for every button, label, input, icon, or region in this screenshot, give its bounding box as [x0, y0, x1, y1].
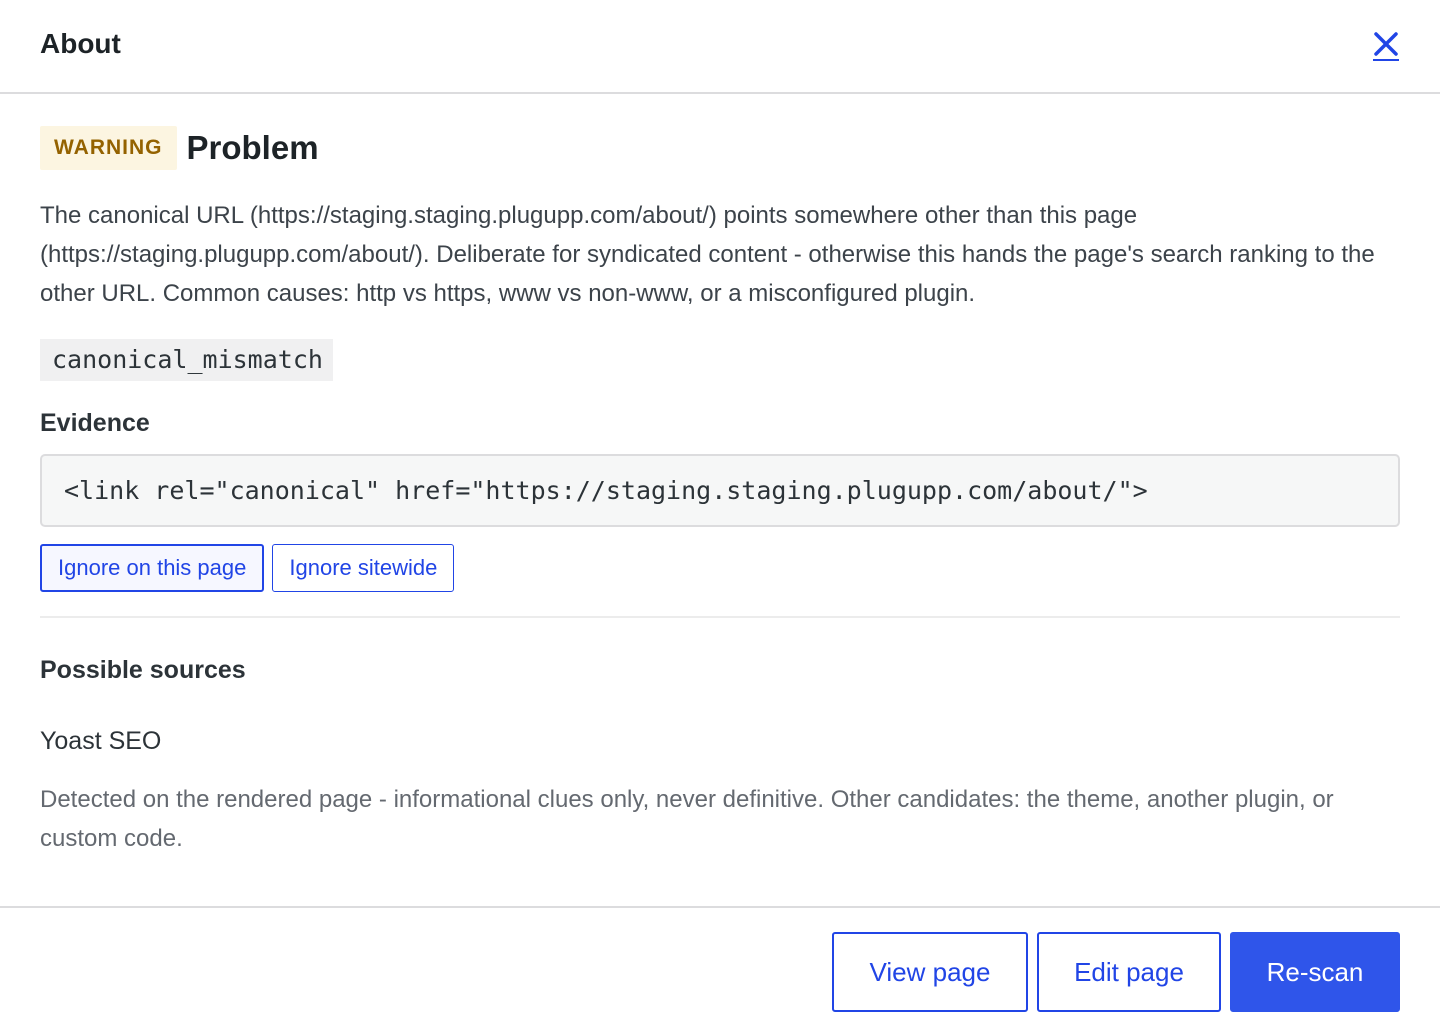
problem-description: The canonical URL (https://staging.stagi… — [40, 202, 1375, 307]
edit-page-button[interactable]: Edit page — [1037, 932, 1221, 1012]
dialog-title: About — [40, 28, 121, 59]
close-button[interactable] — [1372, 31, 1400, 65]
severity-badge: WARNING — [40, 126, 177, 170]
ignore-sitewide-button[interactable]: Ignore sitewide — [272, 544, 455, 592]
close-icon — [1374, 32, 1398, 56]
section-divider — [40, 616, 1400, 618]
sources-note: Detected on the rendered page - informat… — [40, 786, 1334, 852]
source-item: Yoast SEO — [40, 727, 162, 755]
dialog-footer: View page Edit page Re-scan — [0, 906, 1440, 1036]
evidence-snippet: <link rel="canonical" href="https://stag… — [40, 454, 1400, 527]
dialog-header: About — [0, 0, 1440, 94]
view-page-button[interactable]: View page — [832, 932, 1028, 1012]
dialog-body: WARNING Problem The canonical URL (https… — [0, 94, 1440, 858]
problem-title: Problem — [186, 129, 319, 166]
about-dialog: About WARNING Problem The canonical URL … — [0, 0, 1440, 1036]
ignore-actions: Ignore on this page Ignore sitewide — [40, 544, 1400, 592]
close-underline — [1373, 59, 1399, 61]
ignore-on-page-button[interactable]: Ignore on this page — [40, 544, 265, 592]
issue-code: canonical_mismatch — [40, 339, 333, 381]
rescan-button[interactable]: Re-scan — [1230, 932, 1400, 1012]
problem-heading: WARNING Problem — [40, 126, 1400, 170]
evidence-label: Evidence — [40, 409, 150, 437]
possible-sources-label: Possible sources — [40, 656, 246, 684]
